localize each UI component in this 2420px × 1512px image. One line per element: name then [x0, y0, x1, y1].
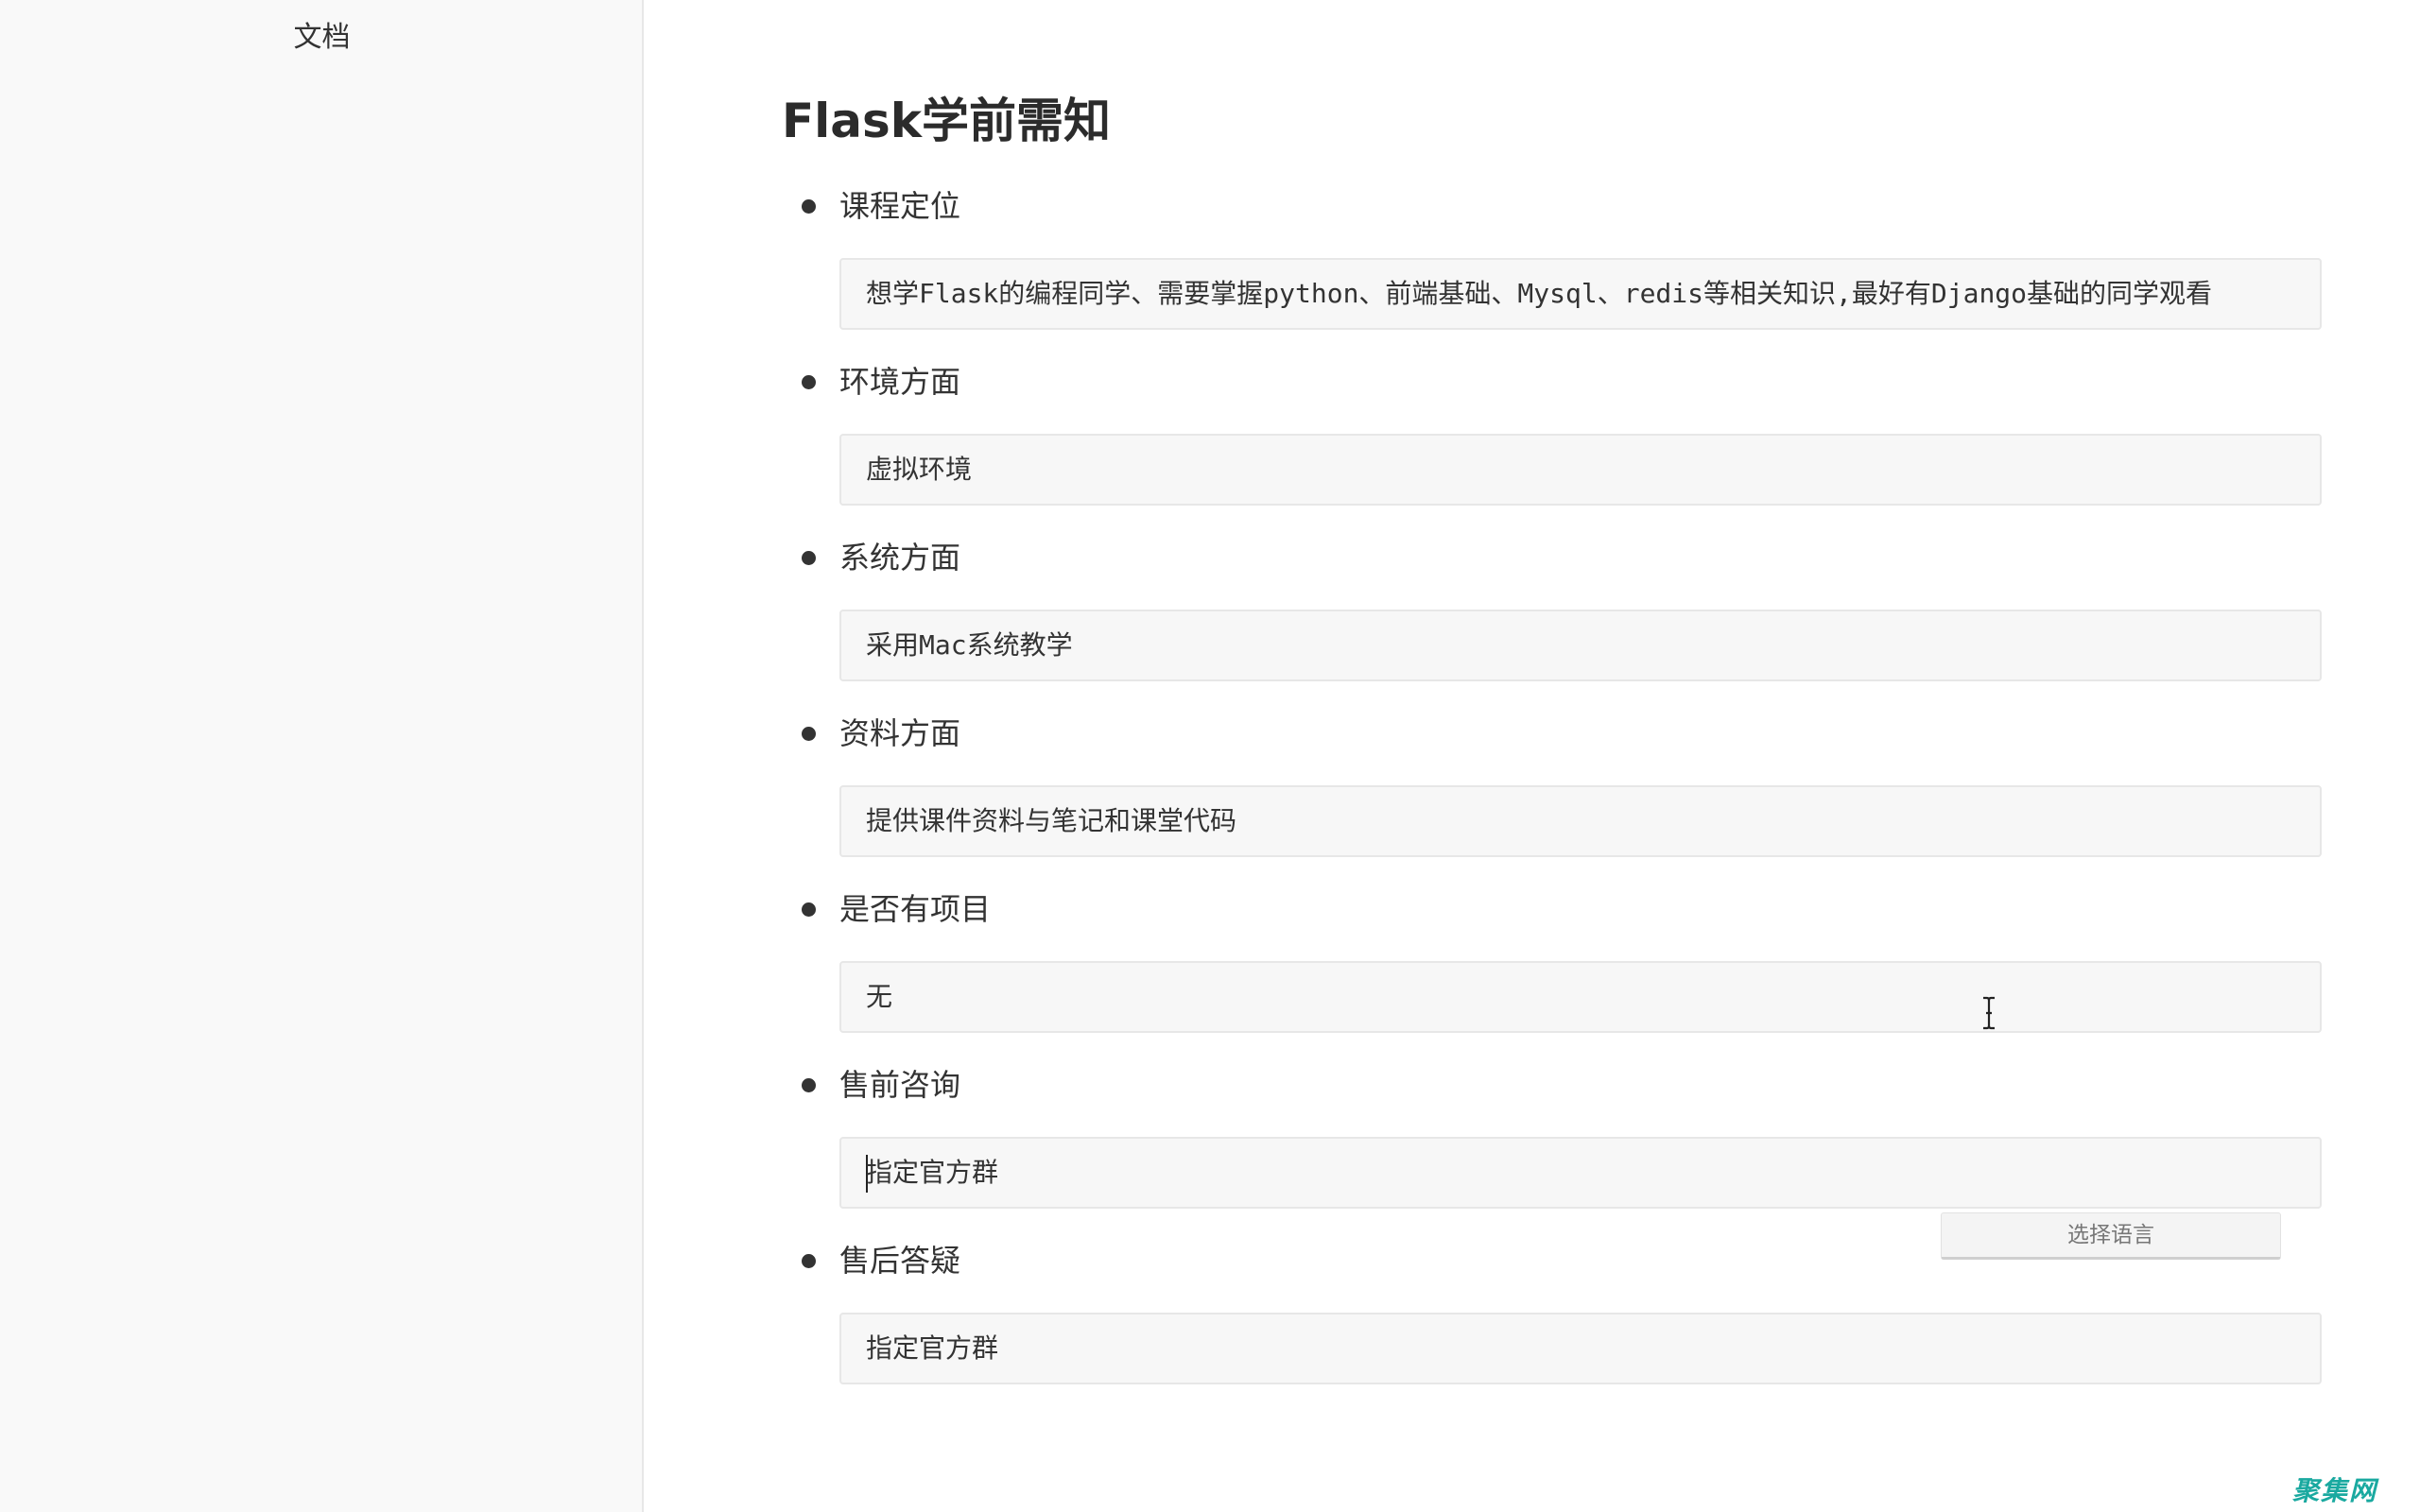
sidebar-title[interactable]: 文档	[0, 17, 644, 59]
item-label: 系统方面	[839, 540, 961, 576]
code-block[interactable]: 采用Mac系统教学	[839, 610, 2322, 681]
bullet-icon	[802, 199, 816, 214]
bullet-icon	[802, 551, 816, 565]
code-block[interactable]: 无	[839, 961, 2322, 1033]
item-label: 是否有项目	[839, 891, 992, 927]
bullet-icon	[802, 1078, 816, 1092]
code-block[interactable]: 想学Flask的编程同学、需要掌握python、前端基础、Mysql、redis…	[839, 258, 2322, 330]
bullet-icon	[802, 727, 816, 741]
code-text: 采用Mac系统教学	[866, 629, 1073, 661]
code-text: 指定官方群	[866, 1332, 999, 1364]
watermark-logo: 聚集网	[2291, 1475, 2377, 1506]
item-label: 环境方面	[839, 364, 961, 400]
code-text: 提供课件资料与笔记和课堂代码	[866, 805, 1237, 836]
code-block[interactable]: 提供课件资料与笔记和课堂代码	[839, 785, 2322, 857]
code-text: 虚拟环境	[866, 454, 973, 485]
text-cursor-icon	[1983, 996, 1995, 1030]
item-label: 售前咨询	[839, 1067, 961, 1103]
bullet-icon	[802, 1254, 816, 1268]
code-text: 想学Flask的编程同学、需要掌握python、前端基础、Mysql、redis…	[866, 278, 2213, 309]
bullet-icon	[802, 902, 816, 917]
code-block[interactable]: 虚拟环境	[839, 434, 2322, 506]
item-label: 售后答疑	[839, 1243, 961, 1279]
sidebar: 文档	[0, 0, 644, 1512]
code-block[interactable]: 指定官方群	[839, 1313, 2322, 1384]
item-label: 资料方面	[839, 715, 961, 751]
code-text: 无	[866, 981, 893, 1012]
page-title: Flask学前需知	[782, 94, 1112, 148]
language-select-button[interactable]: 选择语言	[1941, 1212, 2281, 1260]
item-label: 课程定位	[839, 188, 961, 224]
code-block[interactable]: 指定官方群	[839, 1137, 2322, 1209]
code-text: 指定官方群	[866, 1157, 999, 1188]
main-content: Flask学前需知 课程定位 想学Flask的编程同学、需要掌握python、前…	[646, 0, 2420, 1512]
bullet-icon	[802, 375, 816, 389]
